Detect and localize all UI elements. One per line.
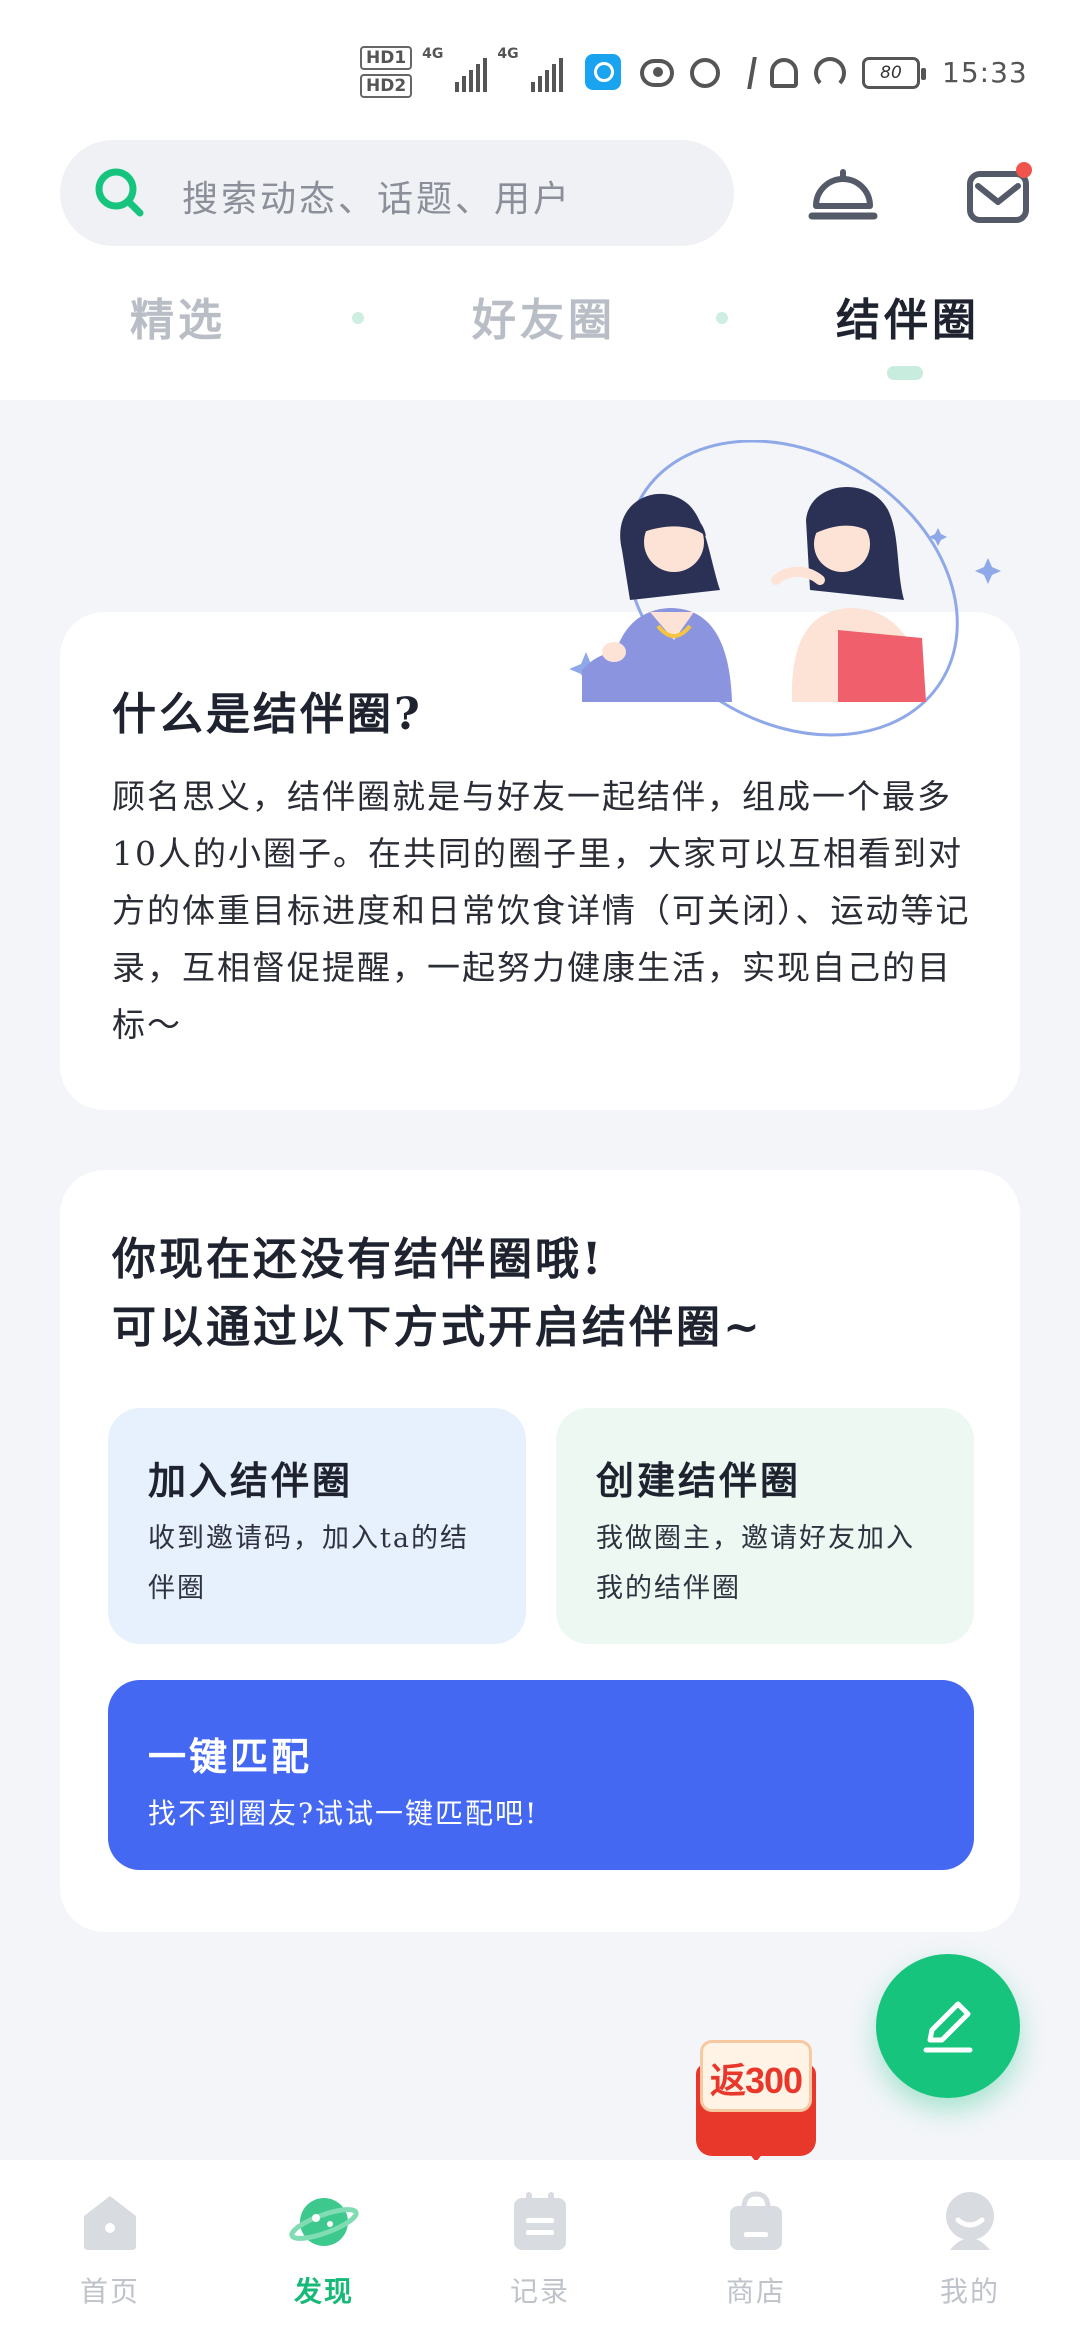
message-icon[interactable] [966, 160, 1034, 226]
nav-profile-label: 我的 [939, 2275, 1000, 2308]
quick-match-desc: 找不到圈友?试试一键匹配吧! [148, 1797, 539, 1830]
intro-description: 顾名思义，结伴圈就是与好友一起结伴，组成一个最多10人的小圈子。在共同的圈子里，… [112, 777, 971, 1044]
nav-home-label: 首页 [79, 2275, 140, 2308]
compose-post-button[interactable] [876, 1954, 1020, 2098]
nav-home[interactable]: 首页 [40, 2190, 180, 2320]
shop-bag-icon [730, 2191, 782, 2250]
search-placeholder: 搜索动态、话题、用户 [182, 179, 573, 220]
active-tab-indicator [887, 366, 923, 380]
no-circle-title: 你现在还没有结伴圈哦! 可以通过以下方式开启结伴圈~ [112, 1226, 763, 1362]
tab-partner-circle[interactable]: 结伴圈 [836, 284, 980, 348]
service-bell-icon[interactable] [808, 162, 878, 226]
tab-friends[interactable]: 好友圈 [472, 284, 616, 348]
top-header: 搜索动态、话题、用户 精选 好友圈 结伴圈 [0, 140, 1080, 400]
status-time: 15:33 [942, 56, 1028, 89]
hd2-badge: HD2 [360, 74, 413, 98]
join-circle-desc: 收到邀请码，加入ta的结伴圈 [148, 1523, 469, 1604]
status-bar: HD1 HD2 4G 4G 80 15:33 [0, 0, 1080, 140]
search-icon [95, 168, 144, 217]
intro-title: 什么是结伴圈? [112, 689, 423, 740]
status-bar-right: 80 15:33 [640, 56, 1028, 89]
calendar-icon [514, 2192, 566, 2250]
no-circle-card: 你现在还没有结伴圈哦! 可以通过以下方式开启结伴圈~ 加入结伴圈 收到邀请码，加… [60, 1170, 1020, 1932]
hd1-badge: HD1 [360, 46, 413, 70]
nav-shop-label: 商店 [725, 2275, 786, 2308]
search-bar[interactable]: 搜索动态、话题、用户 [60, 140, 734, 246]
home-icon [84, 2196, 136, 2250]
quick-match-button[interactable]: 一键匹配 找不到圈友?试试一键匹配吧! [108, 1680, 974, 1870]
nav-shop[interactable]: 商店 [686, 2190, 826, 2320]
nav-discover[interactable]: 发现 [254, 2190, 394, 2320]
planet-icon [289, 2198, 359, 2246]
eye-comfort-icon [640, 58, 674, 87]
no-circle-title-line2: 可以通过以下方式开启结伴圈~ [112, 1302, 763, 1353]
hd-indicator: HD1 HD2 [360, 46, 413, 98]
cashback-label: 返300 [709, 2060, 803, 2101]
mute-icon [770, 57, 798, 88]
tab-featured[interactable]: 精选 [130, 284, 226, 348]
nav-profile[interactable]: 我的 [900, 2190, 1040, 2320]
battery-icon: 80 [862, 56, 926, 89]
nav-discover-label: 发现 [293, 2275, 354, 2308]
nav-record-label: 记录 [509, 2275, 570, 2308]
pencil-icon [923, 2001, 973, 2053]
signal-icon [455, 52, 488, 92]
search-app-notification-icon [584, 54, 621, 90]
join-circle-button[interactable]: 加入结伴圈 收到邀请码，加入ta的结伴圈 [108, 1408, 526, 1644]
nav-record[interactable]: 记录 [470, 2190, 610, 2320]
speed-icon [814, 56, 846, 89]
tab-separator-dot [352, 312, 364, 324]
bottom-navigation: 首页 发现 记录 商店 我的 [0, 2160, 1080, 2340]
network-type-2: 4G [497, 46, 519, 62]
status-bar-left: HD1 HD2 4G 4G [360, 46, 621, 98]
no-circle-title-line1: 你现在还没有结伴圈哦! [112, 1234, 605, 1285]
tab-separator-dot [716, 312, 728, 324]
create-circle-desc: 我做圈主，邀请好友加入我的结伴圈 [596, 1523, 915, 1604]
create-circle-button[interactable]: 创建结伴圈 我做圈主，邀请好友加入我的结伴圈 [556, 1408, 974, 1644]
quick-match-title: 一键匹配 [148, 1734, 313, 1779]
tab-bar: 精选 好友圈 结伴圈 [0, 284, 1080, 384]
friends-illustration [570, 440, 1001, 737]
cashback-red-packet[interactable]: 返300 [696, 2040, 816, 2162]
bluetooth-icon [733, 56, 757, 89]
join-circle-title: 加入结伴圈 [148, 1458, 354, 1503]
create-circle-title: 创建结伴圈 [596, 1458, 802, 1503]
network-type-1: 4G [422, 46, 444, 62]
signal-icon-2 [530, 52, 563, 92]
alarm-icon [690, 57, 720, 88]
profile-icon [946, 2192, 994, 2250]
